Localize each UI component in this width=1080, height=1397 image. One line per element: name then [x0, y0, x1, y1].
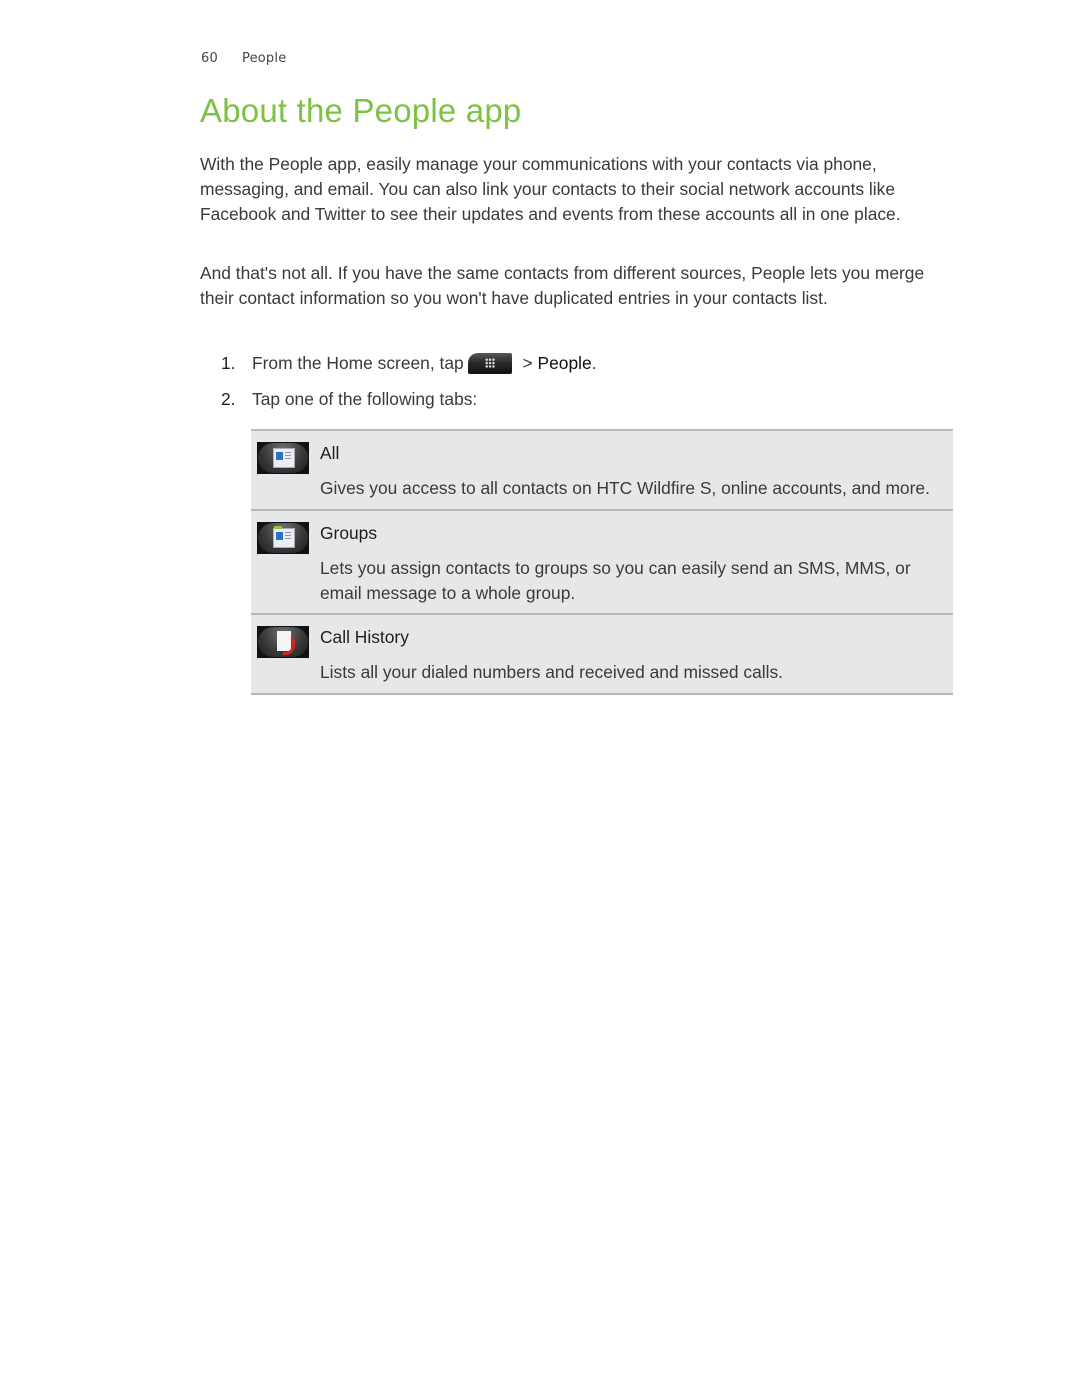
- merge-paragraph: And that's not all. If you have the same…: [200, 263, 925, 308]
- tab-label: All: [320, 443, 340, 463]
- running-header: 60 People: [201, 51, 286, 66]
- page-title: About the People app: [200, 92, 522, 129]
- people-app-label: People: [537, 353, 592, 373]
- page-number: 60: [201, 51, 218, 66]
- step-number: 1.: [221, 353, 236, 373]
- tab-row-call-history: Call History Lists all your dialed numbe…: [251, 615, 953, 696]
- step-1: 1. From the Home screen, tap > People.: [221, 351, 597, 375]
- call-history-tab-icon: [257, 626, 309, 659]
- tab-row-groups: Groups Lets you assign contacts to group…: [251, 510, 953, 616]
- tab-row-all: All Gives you access to all contacts on …: [251, 431, 953, 511]
- all-apps-launcher-icon: [467, 353, 512, 374]
- intro-paragraph: With the People app, easily manage your …: [200, 154, 901, 224]
- groups-tab-icon: [257, 521, 309, 554]
- step-text: Tap one of the following tabs:: [252, 389, 478, 409]
- tabs-table: All Gives you access to all contacts on …: [251, 429, 953, 696]
- step-separator: >: [517, 353, 538, 373]
- section-name: People: [242, 51, 287, 66]
- tab-description: Lets you assign contacts to groups so yo…: [320, 557, 911, 603]
- app-grid-glyph: [484, 358, 495, 368]
- tab-description: Lists all your dialed numbers and receiv…: [320, 662, 784, 683]
- tab-label: Groups: [320, 522, 378, 543]
- step-number: 2.: [221, 389, 236, 409]
- step-period: .: [591, 353, 597, 373]
- step-text: From the Home screen, tap: [252, 353, 464, 373]
- all-contacts-tab-icon: [257, 442, 309, 474]
- step-2: 2. Tap one of the following tabs:: [221, 387, 477, 411]
- tab-description: Gives you access to all contacts on HTC …: [320, 478, 930, 498]
- tab-label: Call History: [320, 627, 409, 648]
